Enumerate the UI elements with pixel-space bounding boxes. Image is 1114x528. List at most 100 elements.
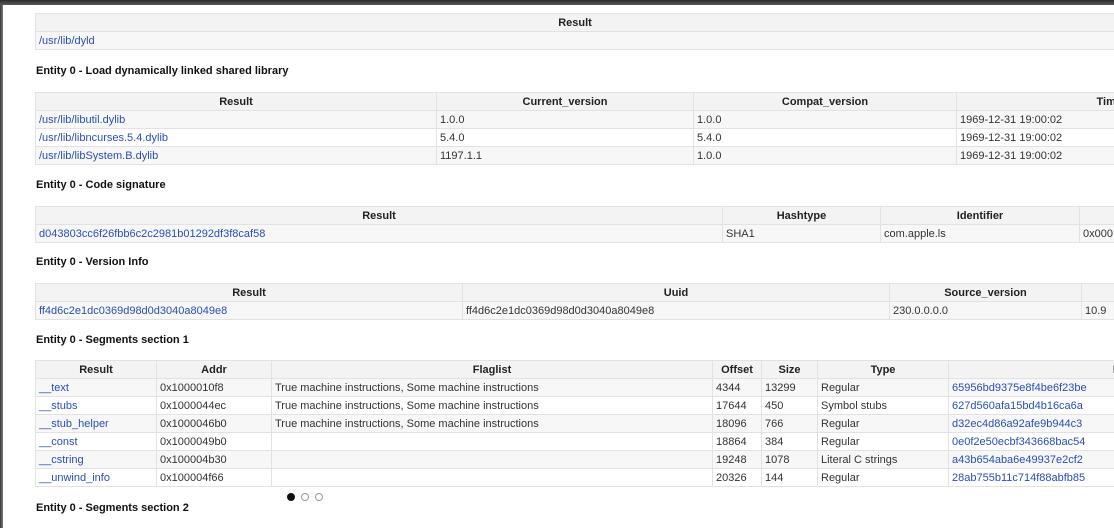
page-indicator bbox=[287, 492, 329, 502]
hash-link[interactable]: 65956bd9375e8f4be6f23be bbox=[952, 382, 1087, 394]
column-header-result: Result bbox=[35, 283, 463, 302]
flaglist-cell bbox=[271, 468, 713, 487]
table-row: ff4d6c2e1dc0369d98d0d3040a8049e8 ff4d6c2… bbox=[35, 301, 1114, 320]
column-header-size: Size bbox=[761, 360, 818, 379]
addr-cell: 0x100004b30 bbox=[156, 450, 272, 469]
type-cell: Regular bbox=[817, 468, 949, 487]
table-row: /usr/lib/libutil.dylib 1.0.0 1.0.0 1969-… bbox=[35, 110, 1114, 129]
source-version-cell: 230.0.0.0.0 bbox=[889, 301, 1082, 320]
column-header-truncated: S bbox=[1081, 283, 1114, 302]
result-link[interactable]: d043803cc6f26fbb6c2c2981b01292df3f8caf58 bbox=[39, 228, 265, 240]
truncated-cell: 0x000 bbox=[1079, 224, 1114, 243]
size-cell: 766 bbox=[761, 414, 818, 433]
hash-link[interactable]: 28ab755b11c714f88abfb85 bbox=[952, 472, 1085, 484]
result-link[interactable]: /usr/lib/libncurses.5.4.dylib bbox=[39, 132, 168, 144]
window-left-edge bbox=[0, 5, 3, 528]
addr-cell: 0x1000046b0 bbox=[156, 414, 272, 433]
truncated-cell: 10.9 bbox=[1081, 301, 1114, 320]
addr-cell: 0x1000010f8 bbox=[156, 378, 272, 397]
column-header-result: Result bbox=[35, 92, 437, 111]
result-link[interactable]: __stubs bbox=[39, 400, 78, 412]
section-heading-segments-1: Entity 0 - Segments section 1 bbox=[36, 334, 189, 346]
size-cell: 1078 bbox=[761, 450, 818, 469]
column-header-uuid: Uuid bbox=[462, 283, 890, 302]
column-header-offset: Offset bbox=[712, 360, 762, 379]
current-version-cell: 5.4.0 bbox=[436, 128, 694, 147]
flaglist-cell: True machine instructions, Some machine … bbox=[271, 414, 713, 433]
result-link[interactable]: __text bbox=[39, 382, 69, 394]
load-libraries-table: Result Current_version Compat_version Ti… bbox=[35, 92, 1114, 165]
window-top-edge bbox=[0, 0, 1114, 5]
column-header-result: Result bbox=[35, 206, 723, 225]
section-heading-load-libraries: Entity 0 - Load dynamically linked share… bbox=[36, 65, 289, 77]
table-row: /usr/lib/libSystem.B.dylib 1197.1.1 1.0.… bbox=[35, 146, 1114, 165]
offset-cell: 20326 bbox=[712, 468, 762, 487]
offset-cell: 18096 bbox=[712, 414, 762, 433]
hash-link[interactable]: d32ec4d86a92afe9b944c3 bbox=[952, 418, 1082, 430]
identifier-cell: com.apple.ls bbox=[880, 224, 1080, 243]
column-header-type: Type bbox=[817, 360, 949, 379]
result-link[interactable]: __cstring bbox=[39, 454, 84, 466]
dyld-result-table: Result /usr/lib/dyld bbox=[35, 13, 1114, 50]
table-row: /usr/lib/libncurses.5.4.dylib 5.4.0 5.4.… bbox=[35, 128, 1114, 147]
table-row: __cstring 0x100004b30 19248 1078 Literal… bbox=[35, 450, 1114, 469]
table-row: __text 0x1000010f8 True machine instruct… bbox=[35, 378, 1114, 397]
time-cell: 1969-12-31 19:00:02 bbox=[956, 146, 1114, 165]
column-header-time: Time bbox=[956, 92, 1114, 111]
offset-cell: 19248 bbox=[712, 450, 762, 469]
size-cell: 450 bbox=[761, 396, 818, 415]
table-row: __unwind_info 0x100004f66 20326 144 Regu… bbox=[35, 468, 1114, 487]
current-version-cell: 1.0.0 bbox=[436, 110, 694, 129]
table-row: __const 0x1000049b0 18864 384 Regular 0e… bbox=[35, 432, 1114, 451]
results-content: Result /usr/lib/dyld Entity 0 - Load dyn… bbox=[35, 13, 1114, 528]
offset-cell: 18864 bbox=[712, 432, 762, 451]
type-cell: Regular bbox=[817, 432, 949, 451]
addr-cell: 0x1000044ec bbox=[156, 396, 272, 415]
compat-version-cell: 5.4.0 bbox=[693, 128, 957, 147]
result-link[interactable]: __unwind_info bbox=[39, 472, 110, 484]
page-dot-1[interactable] bbox=[287, 493, 295, 501]
flaglist-cell: True machine instructions, Some machine … bbox=[271, 396, 713, 415]
time-cell: 1969-12-31 19:00:02 bbox=[956, 128, 1114, 147]
current-version-cell: 1197.1.1 bbox=[436, 146, 694, 165]
section-heading-segments-2: Entity 0 - Segments section 2 bbox=[36, 502, 189, 514]
offset-cell: 17644 bbox=[712, 396, 762, 415]
column-header-flaglist: Flaglist bbox=[271, 360, 713, 379]
flaglist-cell bbox=[271, 432, 713, 451]
column-header-compat-version: Compat_version bbox=[693, 92, 957, 111]
result-link[interactable]: /usr/lib/libSystem.B.dylib bbox=[39, 150, 158, 162]
column-header-addr: Addr bbox=[156, 360, 272, 379]
hash-link[interactable]: a43b654aba6e49937e2cf2 bbox=[952, 454, 1083, 466]
hash-link[interactable]: 0e0f2e50ecbf343668bac54 bbox=[952, 436, 1085, 448]
addr-cell: 0x1000049b0 bbox=[156, 432, 272, 451]
column-header-result: Result bbox=[35, 360, 157, 379]
column-header-truncated bbox=[1079, 206, 1114, 225]
type-cell: Literal C strings bbox=[817, 450, 949, 469]
hashtype-cell: SHA1 bbox=[722, 224, 881, 243]
column-header-truncated: M bbox=[948, 360, 1114, 379]
code-signature-table: Result Hashtype Identifier d043803cc6f26… bbox=[35, 206, 1114, 243]
section-heading-code-signature: Entity 0 - Code signature bbox=[36, 179, 166, 191]
compat-version-cell: 1.0.0 bbox=[693, 110, 957, 129]
version-info-table: Result Uuid Source_version S ff4d6c2e1dc… bbox=[35, 283, 1114, 320]
result-link[interactable]: __stub_helper bbox=[39, 418, 109, 430]
section-heading-version-info: Entity 0 - Version Info bbox=[36, 256, 149, 268]
time-cell: 1969-12-31 19:00:02 bbox=[956, 110, 1114, 129]
offset-cell: 4344 bbox=[712, 378, 762, 397]
result-link[interactable]: /usr/lib/dyld bbox=[39, 35, 95, 47]
flaglist-cell bbox=[271, 450, 713, 469]
page-dot-3[interactable] bbox=[315, 493, 323, 501]
result-link[interactable]: /usr/lib/libutil.dylib bbox=[39, 114, 125, 126]
type-cell: Regular bbox=[817, 414, 949, 433]
compat-version-cell: 1.0.0 bbox=[693, 146, 957, 165]
column-header-current-version: Current_version bbox=[436, 92, 694, 111]
result-link[interactable]: __const bbox=[39, 436, 78, 448]
addr-cell: 0x100004f66 bbox=[156, 468, 272, 487]
column-header-source-version: Source_version bbox=[889, 283, 1082, 302]
page-dot-2[interactable] bbox=[301, 493, 309, 501]
table-row: d043803cc6f26fbb6c2c2981b01292df3f8caf58… bbox=[35, 224, 1114, 243]
flaglist-cell: True machine instructions, Some machine … bbox=[271, 378, 713, 397]
result-link[interactable]: ff4d6c2e1dc0369d98d0d3040a8049e8 bbox=[39, 305, 227, 317]
hash-link[interactable]: 627d560afa15bd4b16ca6a bbox=[952, 400, 1083, 412]
table-row: __stubs 0x1000044ec True machine instruc… bbox=[35, 396, 1114, 415]
